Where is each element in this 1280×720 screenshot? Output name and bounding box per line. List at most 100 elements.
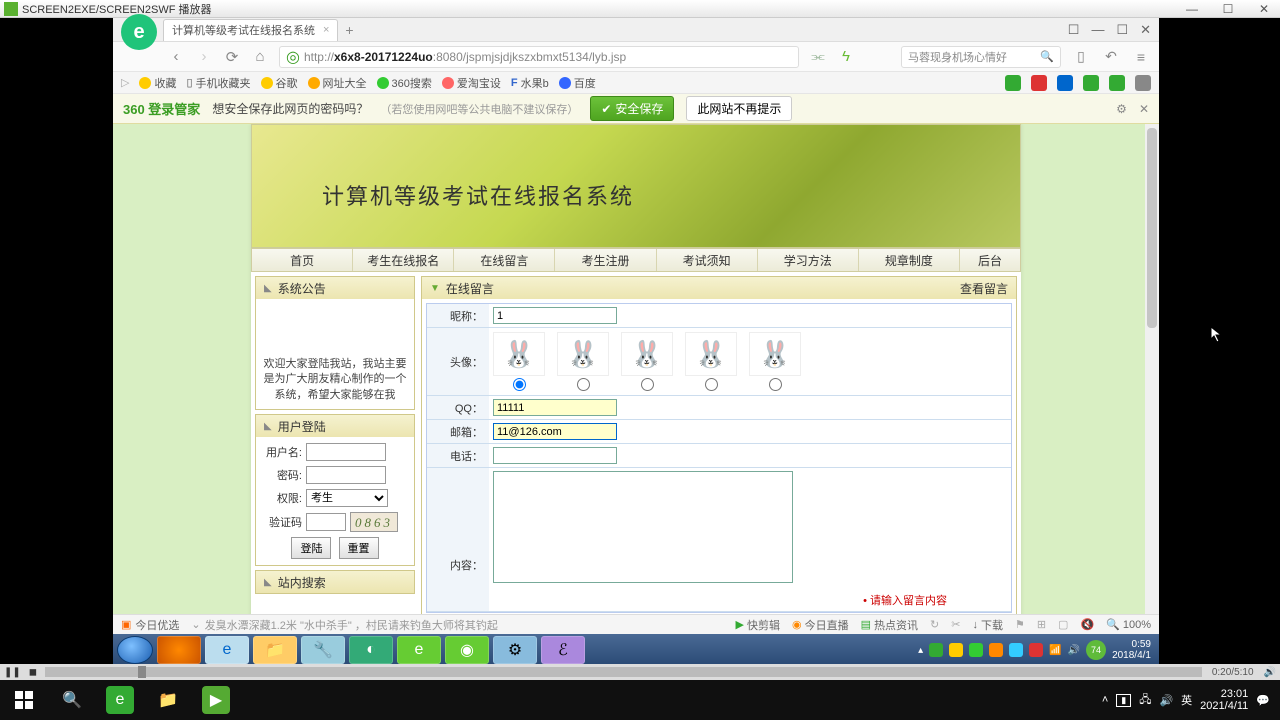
- nav-admin[interactable]: 后台: [960, 249, 1020, 271]
- tray-notifications-icon[interactable]: 💬: [1256, 694, 1270, 707]
- tray-icon[interactable]: [949, 643, 963, 657]
- taskbar-app-7[interactable]: ◉: [445, 636, 489, 664]
- new-tab-button[interactable]: +: [338, 22, 360, 38]
- password-input[interactable]: [306, 466, 386, 484]
- browser-logo-icon[interactable]: e: [121, 14, 157, 50]
- nav-reload-button[interactable]: ⟳: [223, 48, 241, 66]
- tray-icon[interactable]: [969, 643, 983, 657]
- player-pause-button[interactable]: ❚❚: [0, 667, 25, 678]
- qq-input[interactable]: [493, 399, 617, 416]
- status-mute-icon[interactable]: 🔇: [1080, 618, 1094, 631]
- browser-minimize-button[interactable]: —: [1091, 22, 1104, 38]
- pwbar-settings-icon[interactable]: ⚙: [1116, 102, 1127, 116]
- status-live[interactable]: ◉今日直播: [792, 617, 849, 633]
- windows-start-button[interactable]: [0, 680, 48, 720]
- expand-icon[interactable]: ▼: [430, 283, 440, 294]
- content-textarea[interactable]: [493, 471, 793, 583]
- bookmark-favorites[interactable]: 收藏: [139, 75, 176, 91]
- tray-expand-icon[interactable]: ▴: [918, 645, 923, 656]
- tray-icon[interactable]: [1029, 643, 1043, 657]
- taskbar-app-8[interactable]: ⚙: [493, 636, 537, 664]
- ext-game-icon[interactable]: [1083, 75, 1099, 91]
- status-history-icon[interactable]: ↻: [930, 618, 939, 631]
- pwbar-save-button[interactable]: ✔安全保存: [590, 96, 674, 121]
- bookmark-sites[interactable]: 网址大全: [308, 75, 367, 91]
- captcha-image[interactable]: 0863: [350, 512, 398, 532]
- bookmark-mobile[interactable]: ▯手机收藏夹: [186, 75, 250, 91]
- reset-button[interactable]: 重置: [339, 537, 379, 559]
- tray-icon[interactable]: [1009, 643, 1023, 657]
- tray-icon[interactable]: [929, 643, 943, 657]
- tray-expand-icon[interactable]: ˄: [1102, 694, 1108, 706]
- player-progress-thumb[interactable]: [138, 666, 146, 678]
- ext-green-icon[interactable]: [1005, 75, 1021, 91]
- login-button[interactable]: 登陆: [291, 537, 331, 559]
- tray-battery-badge[interactable]: 74: [1086, 640, 1106, 660]
- outer-taskbar-ie[interactable]: e: [96, 680, 144, 720]
- taskbar-360browser[interactable]: e: [397, 636, 441, 664]
- ext-apps-icon[interactable]: [1135, 75, 1151, 91]
- avatar-radio-5[interactable]: [769, 378, 782, 391]
- tray-network-icon[interactable]: 🖧: [1139, 691, 1151, 710]
- taskbar-ie[interactable]: e: [205, 636, 249, 664]
- nav-register-online[interactable]: 考生在线报名: [353, 249, 454, 271]
- status-news-ticker[interactable]: ⌄ 发臭水潭深藏1.2米 "水中杀手" ，村民请来钓鱼大师将其钓起: [191, 617, 497, 633]
- tray-icon[interactable]: [989, 643, 1003, 657]
- tray-network-icon[interactable]: 📶: [1049, 645, 1061, 656]
- nav-home[interactable]: 首页: [252, 249, 353, 271]
- taskbar-app-5[interactable]: ◐: [349, 636, 393, 664]
- bookmarks-expand-icon[interactable]: ▷: [121, 76, 129, 89]
- taskbar-app-4[interactable]: 🔧: [301, 636, 345, 664]
- start-orb[interactable]: [117, 636, 153, 664]
- collapse-icon[interactable]: ◣: [264, 283, 272, 294]
- nav-student-reg[interactable]: 考生注册: [555, 249, 656, 271]
- taskbar-explorer[interactable]: 📁: [253, 636, 297, 664]
- taskbar-app-1[interactable]: [157, 636, 201, 664]
- status-hot[interactable]: ▤热点资讯: [861, 617, 918, 633]
- search-icon[interactable]: 🔍: [1040, 50, 1054, 63]
- mobile-icon[interactable]: ▯: [1071, 48, 1091, 65]
- bookmark-f[interactable]: F水果b: [511, 75, 549, 91]
- outer-taskbar-explorer[interactable]: 📁: [144, 680, 192, 720]
- status-service-icon[interactable]: ⊞: [1037, 618, 1046, 631]
- status-today[interactable]: ▣今日优选: [121, 617, 179, 633]
- ext-search-icon[interactable]: [1057, 75, 1073, 91]
- tray-battery-icon[interactable]: ▮: [1116, 694, 1131, 707]
- tray-volume-icon[interactable]: 🔊: [1159, 694, 1173, 707]
- bookmark-charity[interactable]: 爱淘宝设: [442, 75, 501, 91]
- status-cut-icon[interactable]: ✂: [951, 618, 960, 631]
- nav-study[interactable]: 学习方法: [758, 249, 859, 271]
- status-flag-icon[interactable]: ⚑: [1015, 618, 1025, 631]
- captcha-input[interactable]: [306, 513, 346, 531]
- search-input[interactable]: 马蓉现身机场心情好 🔍: [901, 46, 1061, 68]
- scrollbar[interactable]: [1145, 124, 1159, 614]
- email-input[interactable]: [493, 423, 617, 440]
- player-close-button[interactable]: ✕: [1252, 2, 1276, 16]
- nickname-input[interactable]: [493, 307, 617, 324]
- avatar-radio-2[interactable]: [577, 378, 590, 391]
- tray-ime[interactable]: 英: [1181, 692, 1192, 708]
- player-volume-icon[interactable]: 🔊: [1260, 667, 1280, 678]
- bookmark-baidu[interactable]: 百度: [559, 75, 596, 91]
- username-input[interactable]: [306, 443, 386, 461]
- ext-shield-icon[interactable]: [1109, 75, 1125, 91]
- outer-clock[interactable]: 23:012021/4/11: [1200, 688, 1248, 712]
- avatar-option-3[interactable]: 🐰: [621, 332, 673, 391]
- bookmark-google[interactable]: 谷歌: [261, 75, 298, 91]
- avatar-radio-4[interactable]: [705, 378, 718, 391]
- undo-icon[interactable]: ↶: [1101, 48, 1121, 65]
- tray-volume-icon[interactable]: 🔊: [1068, 645, 1080, 656]
- status-kuai[interactable]: ▶快剪辑: [736, 617, 780, 633]
- status-fullscreen-icon[interactable]: ▢: [1058, 618, 1068, 631]
- player-progress[interactable]: [45, 667, 1202, 677]
- inner-clock[interactable]: 0:592018/4/1: [1112, 639, 1151, 661]
- player-maximize-button[interactable]: ☐: [1216, 2, 1240, 16]
- pwbar-never-button[interactable]: 此网站不再提示: [686, 96, 792, 121]
- nav-guestbook[interactable]: 在线留言: [454, 249, 555, 271]
- tab-active[interactable]: 计算机等级考试在线报名系统 ×: [163, 19, 338, 41]
- player-stop-button[interactable]: ◼: [25, 667, 41, 678]
- role-select[interactable]: 考生: [306, 489, 388, 507]
- ext-close-icon[interactable]: [1031, 75, 1047, 91]
- status-download[interactable]: ↓下载: [972, 617, 1003, 633]
- url-input[interactable]: ◎ http://x6x8-20171224uo:8080/jspmjsjdjk…: [279, 46, 799, 68]
